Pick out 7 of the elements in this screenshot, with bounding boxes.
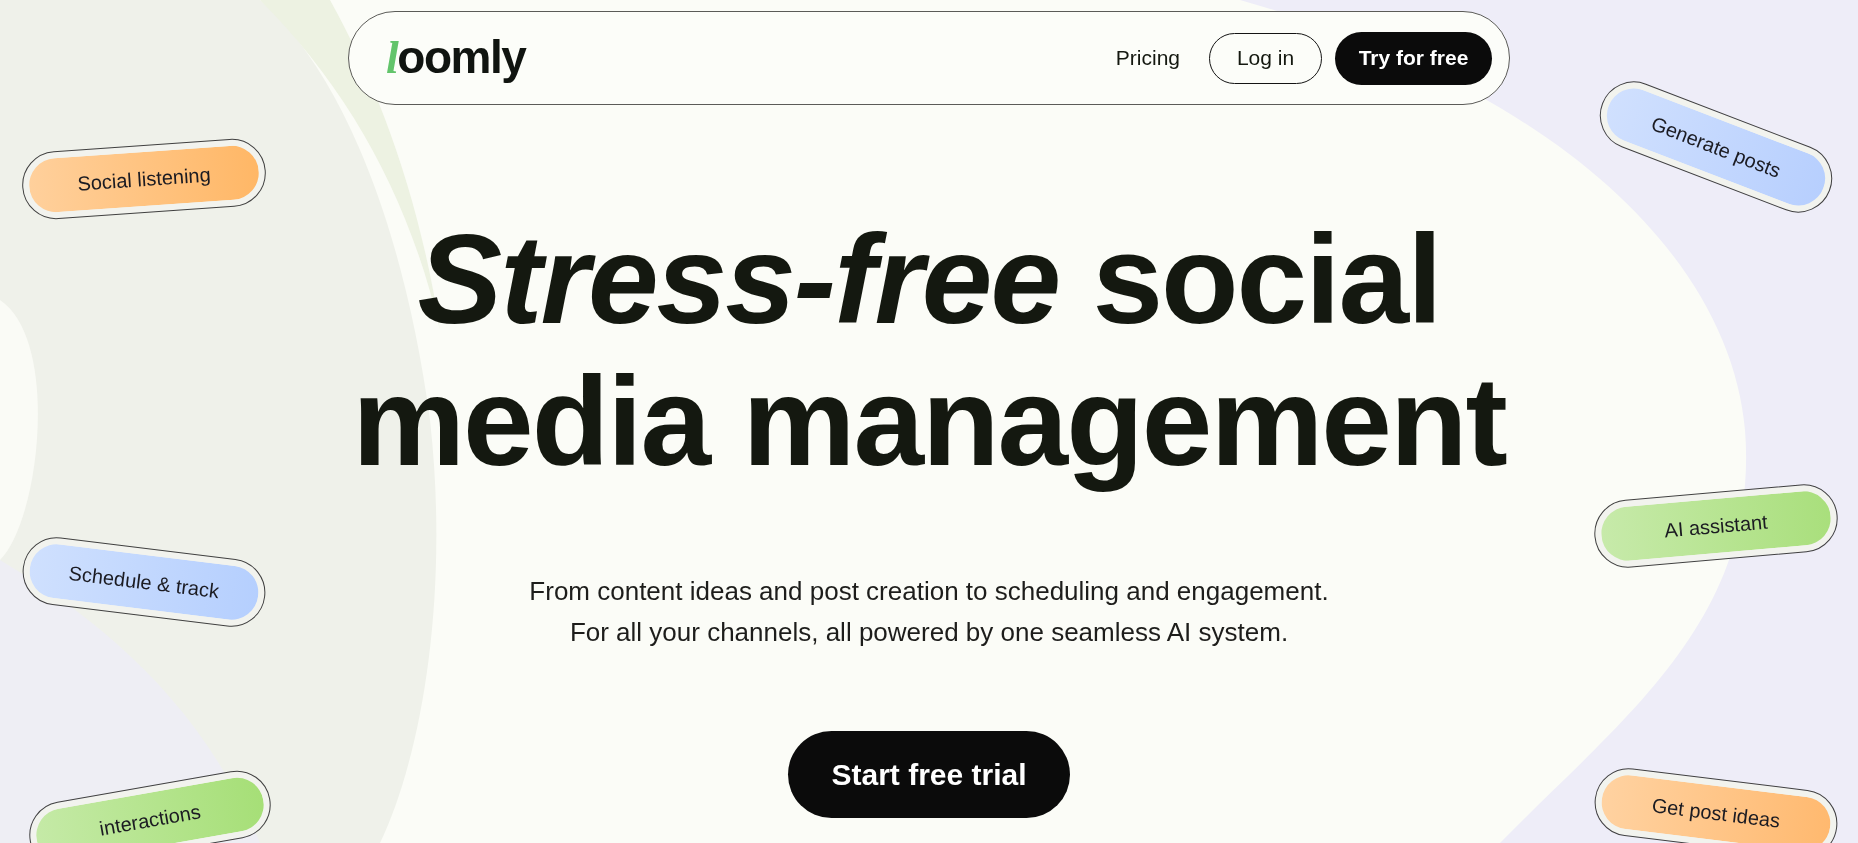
- pricing-link[interactable]: Pricing: [1115, 42, 1180, 74]
- hero-heading: Stress-free social media management: [351, 208, 1508, 492]
- signup-button[interactable]: Try for free: [1335, 31, 1492, 85]
- logo[interactable]: loomly: [386, 32, 526, 84]
- start-trial-button[interactable]: Start free trial: [788, 731, 1070, 818]
- hero-subtitle: From content ideas and post creation to scheduling and engagement. For all your channels, all powered by one seamless AI system.: [529, 575, 1329, 649]
- login-button[interactable]: Log in: [1209, 32, 1322, 84]
